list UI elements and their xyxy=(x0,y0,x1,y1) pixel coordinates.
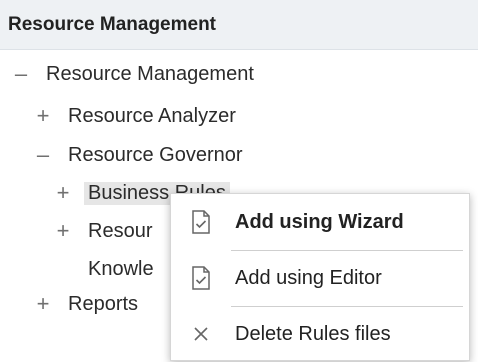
document-check-icon xyxy=(189,208,213,236)
panel-title: Resource Management xyxy=(8,14,217,35)
expand-icon[interactable]: + xyxy=(32,103,54,129)
tree-node-label[interactable]: Resource Analyzer xyxy=(68,105,236,128)
menu-item-delete-rules-files[interactable]: Delete Rules files xyxy=(171,306,471,362)
tree-node-knowledge-partial[interactable]: Knowle xyxy=(88,252,154,286)
expand-icon[interactable]: + xyxy=(52,180,74,206)
tree-node-resource-partial[interactable]: + Resour xyxy=(52,214,153,248)
expand-icon[interactable]: + xyxy=(52,218,74,244)
tree-node-reports[interactable]: + Reports xyxy=(32,287,138,321)
collapse-icon[interactable]: – xyxy=(10,61,32,87)
expand-icon[interactable]: + xyxy=(32,291,54,317)
tree-node-label[interactable]: Knowle xyxy=(88,258,154,281)
document-check-icon xyxy=(189,264,213,292)
context-menu: Add using Wizard Add using Editor Delete… xyxy=(170,193,470,361)
collapse-icon[interactable]: – xyxy=(32,142,54,168)
tree-node-label[interactable]: Resource Governor xyxy=(68,144,243,167)
menu-item-label[interactable]: Add using Editor xyxy=(235,267,382,290)
tree-node-label[interactable]: Resour xyxy=(88,220,152,243)
tree-node-label[interactable]: Resource Management xyxy=(46,63,254,86)
tree-node-resource-governor[interactable]: – Resource Governor xyxy=(32,138,243,172)
tree-node-label[interactable]: Reports xyxy=(68,293,138,316)
tree-node-resource-analyzer[interactable]: + Resource Analyzer xyxy=(32,99,236,133)
menu-item-label[interactable]: Add using Wizard xyxy=(235,211,404,234)
close-icon xyxy=(189,320,213,348)
tree-node-resource-management[interactable]: – Resource Management xyxy=(10,57,254,91)
panel-header: Resource Management xyxy=(0,0,478,50)
menu-item-add-using-editor[interactable]: Add using Editor xyxy=(171,250,471,306)
menu-item-add-using-wizard[interactable]: Add using Wizard xyxy=(171,194,471,250)
menu-item-label[interactable]: Delete Rules files xyxy=(235,323,391,346)
